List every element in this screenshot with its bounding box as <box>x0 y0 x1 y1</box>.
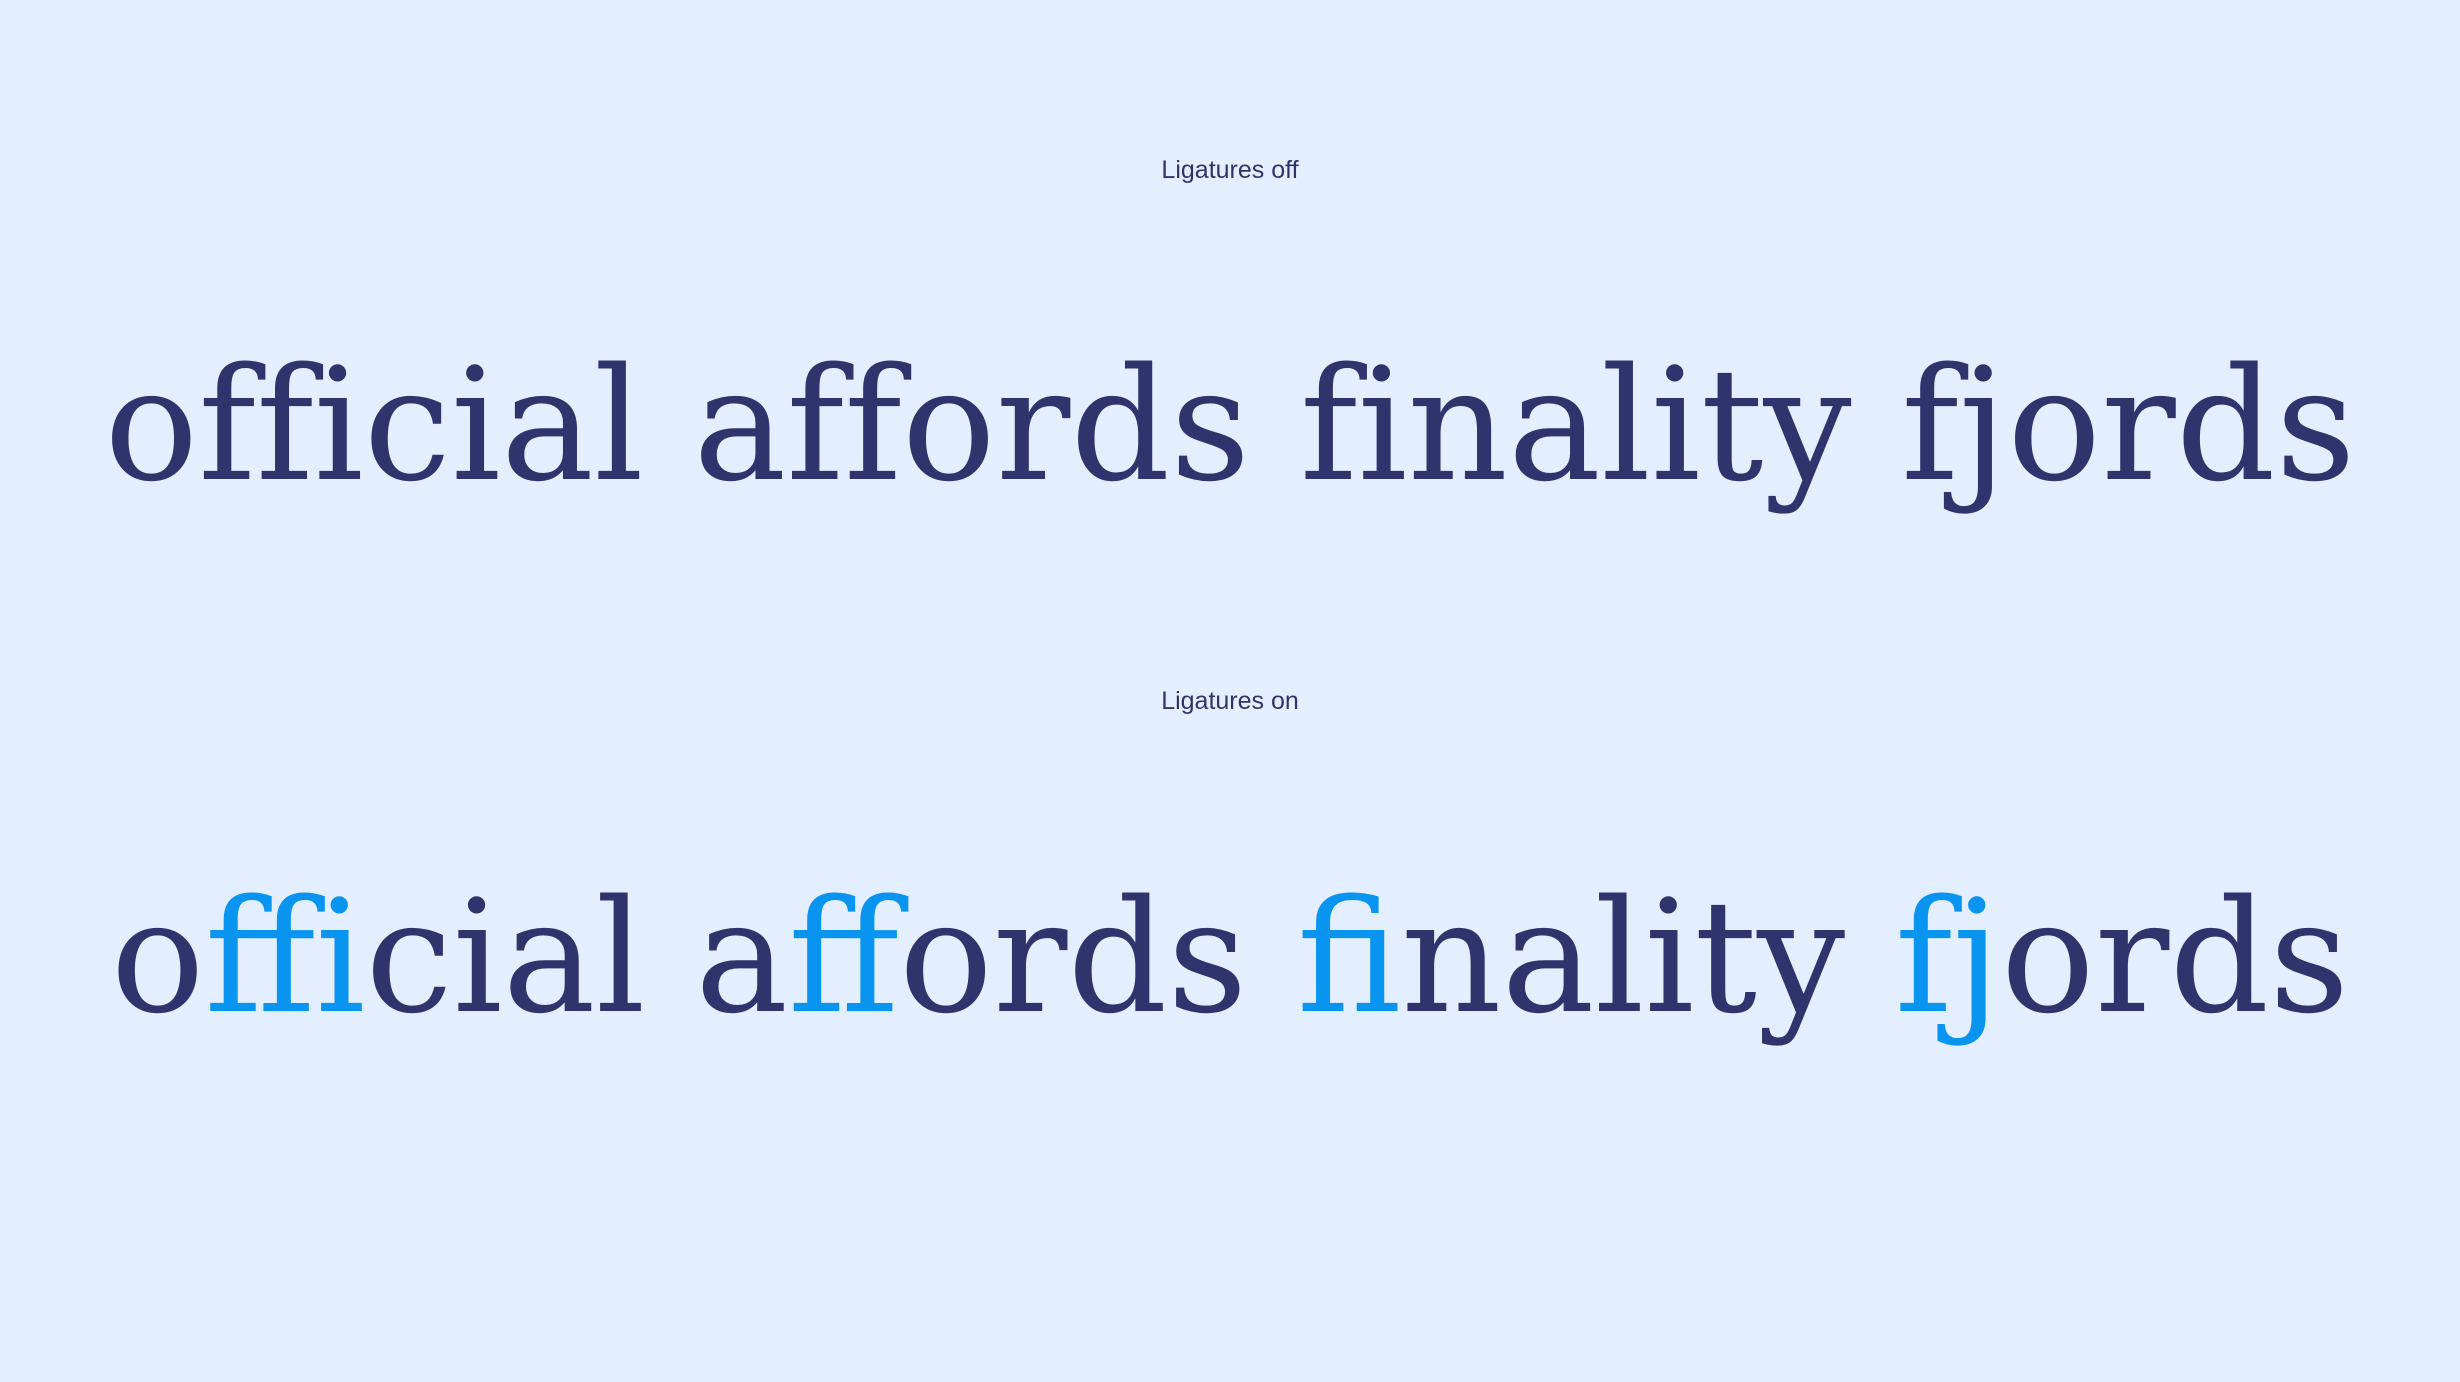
sample-word-affords: affords <box>695 866 1247 1048</box>
ligature-fj-highlight: fj <box>1894 866 2001 1048</box>
ligature-ffi-highlight: ffi <box>204 866 366 1048</box>
ligature-fi-highlight: fi <box>1297 866 1402 1048</box>
ligatures-off-sample: official affords finality fjords <box>104 334 2356 516</box>
word-prefix: a <box>695 866 789 1048</box>
word-prefix: o <box>110 866 205 1048</box>
ligatures-on-sample: official affords finality fjords <box>0 867 2460 1047</box>
ligatures-off-label: Ligatures off <box>1161 156 1299 184</box>
word-suffix: cial <box>365 866 646 1048</box>
sample-word-fjords: fjords <box>1895 866 2350 1048</box>
word-suffix: nality <box>1401 866 1846 1048</box>
sample-word-finality: finality <box>1297 866 1845 1048</box>
word-suffix: ords <box>898 866 1248 1048</box>
sample-word-official: official <box>111 866 646 1048</box>
word-suffix: ords <box>2000 866 2350 1048</box>
ligature-ff-highlight: ff <box>788 866 899 1048</box>
ligatures-on-label: Ligatures on <box>1161 687 1299 715</box>
